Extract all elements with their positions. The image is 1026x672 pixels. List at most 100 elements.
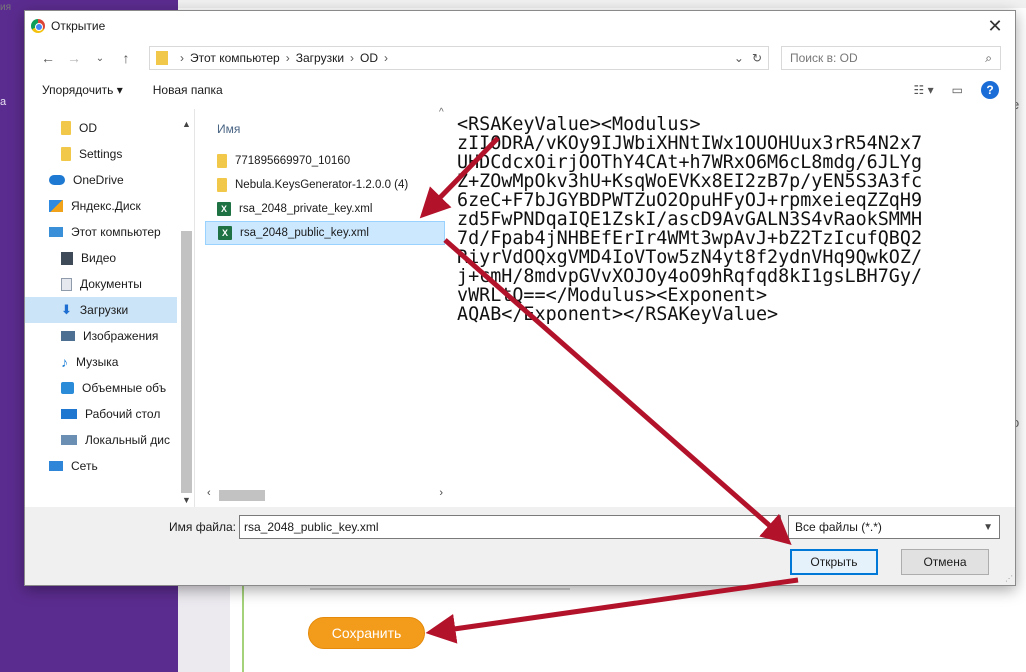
nav-item[interactable]: Объемные объ bbox=[25, 375, 177, 401]
scroll-right-icon[interactable]: › bbox=[439, 487, 443, 499]
folder-icon bbox=[217, 154, 227, 168]
background-text-stub: ия bbox=[0, 2, 12, 13]
background-panel bbox=[178, 586, 230, 672]
nav-item-label: Музыка bbox=[76, 355, 119, 369]
folder-icon bbox=[61, 147, 71, 161]
breadcrumb-od[interactable]: OD bbox=[360, 51, 378, 65]
background-divider bbox=[310, 588, 570, 590]
excel-file-icon: X bbox=[218, 226, 232, 240]
nav-item-label: Видео bbox=[81, 251, 117, 265]
nav-item[interactable]: Этот компьютер bbox=[25, 219, 177, 245]
nav-item-label: Документы bbox=[80, 277, 142, 291]
nav-item[interactable]: Яндекс.Диск bbox=[25, 193, 177, 219]
preview-line: j+cmH/8mdvpGVvXOJOy4oO9hRqfqd8kI1gsLBH7G… bbox=[457, 266, 923, 287]
nav-item[interactable]: OD bbox=[25, 115, 177, 141]
file-name: Nebula.KeysGenerator-1.2.0.0 (4) bbox=[235, 179, 409, 191]
nav-item-label: Этот компьютер bbox=[71, 225, 161, 239]
save-button[interactable]: Сохранить bbox=[308, 617, 425, 649]
address-bar[interactable]: › Этот компьютер › Загрузки › OD › ⌄ ↻ bbox=[149, 46, 769, 70]
nav-item-label: Загрузки bbox=[79, 303, 129, 317]
dialog-title: Открытие bbox=[51, 19, 106, 33]
column-header-name[interactable]: Имя bbox=[205, 109, 445, 149]
scroll-left-icon[interactable]: ‹ bbox=[207, 487, 211, 499]
scrollbar-thumb[interactable] bbox=[219, 490, 265, 501]
nav-item-label: Изображения bbox=[83, 329, 159, 343]
resize-grip-icon[interactable]: ⋰ bbox=[1005, 574, 1013, 583]
file-type-value: Все файлы (*.*) bbox=[795, 520, 882, 534]
nav-item[interactable]: Локальный дис bbox=[25, 427, 177, 453]
file-row[interactable]: Nebula.KeysGenerator-1.2.0.0 (4) bbox=[205, 173, 445, 197]
cancel-button[interactable]: Отмена bbox=[901, 549, 989, 575]
nav-item-label: Рабочий стол bbox=[85, 407, 161, 421]
music-icon: ♪ bbox=[61, 354, 68, 370]
nav-item-label: Локальный дис bbox=[85, 433, 170, 447]
drive-icon bbox=[61, 435, 77, 445]
nav-item[interactable]: ♪ Музыка bbox=[25, 349, 177, 375]
sidebar-text-stub: а bbox=[0, 96, 7, 108]
nav-item[interactable]: Рабочий стол bbox=[25, 401, 177, 427]
new-folder-button[interactable]: Новая папка bbox=[153, 83, 223, 97]
breadcrumb-downloads[interactable]: Загрузки bbox=[296, 51, 344, 65]
help-icon[interactable]: ? bbox=[981, 81, 999, 99]
chevron-down-icon: ▼ bbox=[983, 521, 993, 533]
nav-item[interactable]: Изображения bbox=[25, 323, 177, 349]
up-arrow-icon[interactable]: ↑ bbox=[115, 50, 137, 66]
open-file-dialog: Открытие ✕ ← → ⌄ ↑ › Этот компьютер › За… bbox=[24, 10, 1016, 586]
filename-input[interactable]: rsa_2048_public_key.xml bbox=[239, 515, 781, 539]
file-row[interactable]: Xrsa_2048_private_key.xml bbox=[205, 197, 445, 221]
down-icon: ⬇ bbox=[61, 302, 72, 317]
preview-line: Z+ZOwMpOkv3hU+KsqWoEVKx8EI2zB7p/yEN5S3A3… bbox=[457, 171, 923, 192]
recent-locations-icon[interactable]: ⌄ bbox=[89, 53, 111, 64]
nav-item[interactable]: Сеть bbox=[25, 453, 177, 479]
sort-caret-icon: ^ bbox=[439, 107, 444, 118]
preview-line: 6zeC+F7bJGYBDPWTZuO2OpuHFyOJ+rpmxeieqZZq… bbox=[457, 190, 923, 211]
nav-item[interactable]: Settings bbox=[25, 141, 177, 167]
file-type-select[interactable]: Все файлы (*.*) ▼ bbox=[788, 515, 1000, 539]
search-input[interactable]: Поиск в: OD ⌕ bbox=[781, 46, 1001, 70]
nav-item[interactable]: ⬇ Загрузки bbox=[25, 297, 177, 323]
dialog-titlebar: Открытие ✕ bbox=[25, 11, 1015, 41]
preview-line: AQAB</Exponent></RSAKeyValue> bbox=[457, 304, 779, 325]
net-icon bbox=[49, 461, 63, 471]
cloud-icon bbox=[49, 175, 65, 185]
nav-item[interactable]: OneDrive bbox=[25, 167, 177, 193]
nav-item[interactable]: Видео bbox=[25, 245, 177, 271]
background-divider bbox=[242, 586, 244, 672]
address-dropdown-icon[interactable]: ⌄ bbox=[734, 51, 744, 65]
file-row[interactable]: 771895669970_10160 bbox=[205, 149, 445, 173]
chrome-icon bbox=[31, 19, 45, 33]
nav-pane-scrollbar[interactable]: ▲ ▼ bbox=[179, 119, 194, 505]
nav-item-label: Сеть bbox=[71, 459, 98, 473]
back-arrow-icon[interactable]: ← bbox=[37, 50, 59, 66]
close-icon[interactable]: ✕ bbox=[975, 11, 1015, 41]
nav-item-label: Settings bbox=[79, 147, 123, 161]
breadcrumb-this-pc[interactable]: Этот компьютер bbox=[190, 51, 280, 65]
view-options-icon[interactable]: ☷ ▾ bbox=[914, 83, 934, 97]
scroll-up-icon[interactable]: ▲ bbox=[179, 119, 194, 129]
obj-icon bbox=[61, 382, 74, 394]
breadcrumb-separator: › bbox=[180, 51, 184, 65]
search-icon: ⌕ bbox=[985, 50, 992, 65]
organize-menu-button[interactable]: Упорядочить ▾ bbox=[42, 83, 123, 97]
preview-line: <RSAKeyValue><Modulus> bbox=[457, 115, 701, 135]
file-row[interactable]: Xrsa_2048_public_key.xml bbox=[205, 221, 445, 245]
file-list: Имя 771895669970_10160 Nebula.KeysGenerat… bbox=[205, 109, 445, 507]
preview-line: zIIODRA/vKOy9IJWbiXHNtIWx1OUOHUux3rR54N2… bbox=[457, 133, 923, 154]
filename-label: Имя файла: bbox=[169, 520, 236, 534]
desk-icon bbox=[61, 409, 77, 419]
open-button[interactable]: Открыть bbox=[790, 549, 878, 575]
forward-arrow-icon[interactable]: → bbox=[63, 50, 85, 66]
breadcrumb-separator: › bbox=[384, 51, 389, 65]
nav-item[interactable]: Документы bbox=[25, 271, 177, 297]
folder-icon bbox=[156, 51, 168, 65]
video-icon bbox=[61, 251, 73, 265]
preview-pane-icon[interactable]: ▭ bbox=[952, 83, 963, 97]
preview-line: 7d/Fpab4jNHBEfErIr4WMt3wpAvJ+bZ2TzIcufQB… bbox=[457, 228, 923, 249]
excel-file-icon: X bbox=[217, 202, 231, 216]
refresh-icon[interactable]: ↻ bbox=[752, 51, 762, 65]
file-list-hscrollbar[interactable]: ‹ › bbox=[205, 487, 445, 503]
nav-item-label: OneDrive bbox=[73, 173, 124, 187]
scroll-down-icon[interactable]: ▼ bbox=[179, 495, 194, 505]
search-placeholder: Поиск в: OD bbox=[790, 51, 858, 65]
scrollbar-thumb[interactable] bbox=[181, 231, 192, 493]
